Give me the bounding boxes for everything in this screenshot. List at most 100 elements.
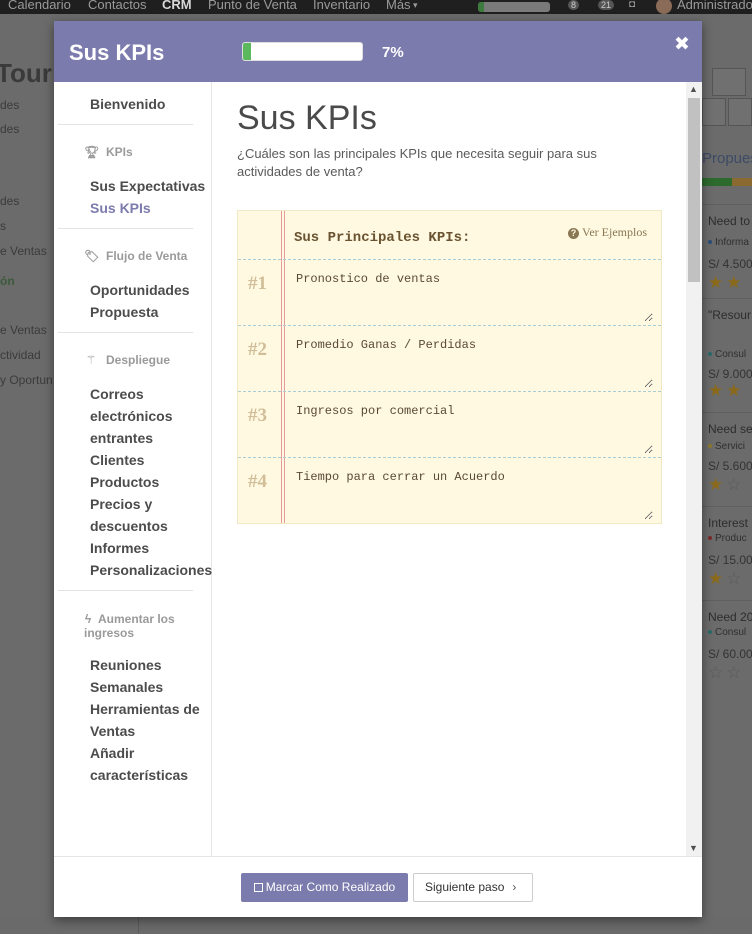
sidebar-item-reuniones[interactable]: Reuniones Semanales <box>90 654 180 698</box>
star-empty-icon[interactable]: ☆ <box>726 569 744 588</box>
planner-content: Sus KPIs ¿Cuáles son las principales KPI… <box>213 82 686 856</box>
sidebar-item-bienvenido[interactable]: Bienvenido <box>90 93 165 115</box>
kanban-card-title: Need 20 <box>708 610 752 624</box>
modal-footer: Marcar Como Realizado Siguiente paso › <box>54 856 702 917</box>
background-menu-item[interactable]: des <box>0 98 19 112</box>
kpi-input-2[interactable] <box>288 332 653 388</box>
mark-done-button[interactable]: Marcar Como Realizado <box>241 873 408 902</box>
modal-header: Sus KPIs 7% ✖ <box>54 21 702 82</box>
kanban-card-title: Need se <box>708 422 752 436</box>
calendar-view-button-2[interactable] <box>728 98 752 126</box>
sidebar-item-correos[interactable]: Correos electrónicos entrantes <box>90 383 200 449</box>
kanban-stage-title: Propues <box>702 150 752 167</box>
star-icon[interactable]: ★ <box>708 381 726 400</box>
menu-calendario[interactable]: Calendario <box>8 0 71 11</box>
menu-inventario[interactable]: Inventario <box>313 0 370 11</box>
menu-crm[interactable]: CRM <box>162 0 192 11</box>
avatar[interactable] <box>656 0 672 14</box>
sidebar-item-precios[interactable]: Precios y descuentos <box>90 493 190 537</box>
priority-stars[interactable]: ★☆ <box>708 475 745 495</box>
kanban-card[interactable]: Need 20 Consul S/ 60.00 ☆☆ <box>702 600 752 714</box>
scroll-up-icon[interactable]: ▲ <box>689 84 698 94</box>
messages-badge[interactable]: 21 <box>598 0 615 10</box>
kpi-input-1[interactable] <box>288 266 653 322</box>
notepad-header: Sus Principales KPIs: <box>294 230 471 246</box>
kanban-card-tag: Produc <box>708 533 747 544</box>
sidebar-item-personalizaciones[interactable]: Personalizaciones <box>90 559 212 581</box>
sidebar-section-despliegue: ⚚ Despliegue <box>84 353 170 367</box>
priority-stars[interactable]: ★★ <box>708 381 745 401</box>
background-menu-item[interactable]: des <box>0 122 19 136</box>
scrollbar-thumb[interactable] <box>688 98 700 282</box>
divider <box>58 124 193 125</box>
kanban-card-amount: S/ 60.00 <box>708 647 752 661</box>
priority-stars[interactable]: ★★ <box>708 273 745 293</box>
notification-badge[interactable]: 8 <box>568 0 580 10</box>
kpi-number: #3 <box>248 405 267 426</box>
sidebar-item-propuesta[interactable]: Propuesta <box>90 301 158 323</box>
sidebar-item-informes[interactable]: Informes <box>90 537 149 559</box>
sidebar-section-flujo-de-venta: 🏷︎ Flujo de Venta <box>84 249 187 263</box>
star-empty-icon[interactable]: ☆ <box>726 663 744 682</box>
sidebar-item-sus-kpis[interactable]: Sus KPIs <box>90 197 151 219</box>
kanban-view-button[interactable] <box>712 68 746 96</box>
background-menu-item[interactable]: e Ventas <box>0 244 47 258</box>
gift-icon[interactable]: ◘ <box>629 0 635 11</box>
sidebar-item-oportunidades[interactable]: Oportunidades <box>90 279 190 301</box>
sidebar-item-productos[interactable]: Productos <box>90 471 159 493</box>
sidebar-item-anadir[interactable]: Añadir características <box>90 742 200 786</box>
kanban-card[interactable]: "Resour develpm Consul S/ 9.000 ★★ <box>702 298 752 412</box>
background-menu-item[interactable]: y Oportun <box>0 373 53 387</box>
examples-link-label: Ver Ejemplos <box>582 225 647 239</box>
examples-link[interactable]: ? Ver Ejemplos <box>568 225 647 240</box>
star-empty-icon[interactable]: ☆ <box>726 475 744 494</box>
planner-sidebar: Bienvenido 🏆︎ KPIs Sus Expectativas Sus K… <box>54 82 212 856</box>
sidebar-item-herramientas[interactable]: Herramientas de Ventas <box>90 698 206 742</box>
user-menu[interactable]: Administrador <box>677 0 752 11</box>
caret-down-icon: ▾ <box>413 0 418 10</box>
kanban-card-amount: S/ 4.500 <box>708 257 752 271</box>
scroll-down-icon[interactable]: ▼ <box>689 843 698 853</box>
progress-bar <box>242 42 363 61</box>
background-kanban: Propues Need to Informa S/ 4.500 ★★ "Res… <box>702 14 752 934</box>
close-icon[interactable]: ✖ <box>674 33 690 56</box>
background-menu-item[interactable]: ón <box>0 274 15 288</box>
menu-punto-de-venta[interactable]: Punto de Venta <box>208 0 297 11</box>
star-icon[interactable]: ★ <box>708 273 726 292</box>
background-menu-item[interactable]: s <box>0 219 6 233</box>
priority-stars[interactable]: ☆☆ <box>708 663 745 683</box>
sidebar-section-label: KPIs <box>106 145 133 159</box>
kpi-notepad: Sus Principales KPIs: ?Ver Ejemplos #1 #… <box>237 210 662 524</box>
star-icon[interactable]: ★ <box>708 475 726 494</box>
sidebar-item-sus-expectativas[interactable]: Sus Expectativas <box>90 175 205 197</box>
chevron-right-icon: › <box>512 880 517 894</box>
kanban-card-amount: S/ 15.00 <box>708 553 752 567</box>
priority-stars[interactable]: ★☆ <box>708 569 745 589</box>
star-icon[interactable]: ★ <box>726 381 744 400</box>
next-step-label: Siguiente paso <box>425 880 505 894</box>
modal-title: Sus KPIs <box>69 40 165 65</box>
magic-wand-icon: ⚚ <box>85 353 97 367</box>
kanban-card-tag: Consul <box>708 349 746 360</box>
star-icon[interactable]: ★ <box>726 273 744 292</box>
kanban-card-title: "Resour develpm <box>708 308 752 322</box>
kpi-input-4[interactable] <box>288 464 653 520</box>
trophy-icon: 🏆︎ <box>84 145 100 159</box>
progress-percent: 7% <box>382 44 404 61</box>
kpi-input-3[interactable] <box>288 398 653 454</box>
kanban-card-tag-label: Informa <box>715 237 749 248</box>
menu-contactos[interactable]: Contactos <box>88 0 147 11</box>
page-title: Sus KPIs <box>237 99 377 137</box>
sidebar-item-clientes[interactable]: Clientes <box>90 449 144 471</box>
calendar-view-button[interactable] <box>702 98 726 126</box>
menu-mas[interactable]: Más <box>386 0 411 11</box>
star-icon[interactable]: ★ <box>708 569 726 588</box>
background-menu-item[interactable]: e Ventas <box>0 323 47 337</box>
star-empty-icon[interactable]: ☆ <box>708 663 726 682</box>
content-scrollbar[interactable]: ▲ ▼ <box>686 82 702 856</box>
sidebar-section-aumentar: ϟ Aumentar los ingresos <box>84 612 194 640</box>
next-step-button[interactable]: Siguiente paso › <box>413 873 533 902</box>
background-menu-item[interactable]: ctividad <box>0 348 41 362</box>
background-menu-item[interactable]: des <box>0 194 19 208</box>
onboarding-progress-mini[interactable] <box>478 2 550 12</box>
